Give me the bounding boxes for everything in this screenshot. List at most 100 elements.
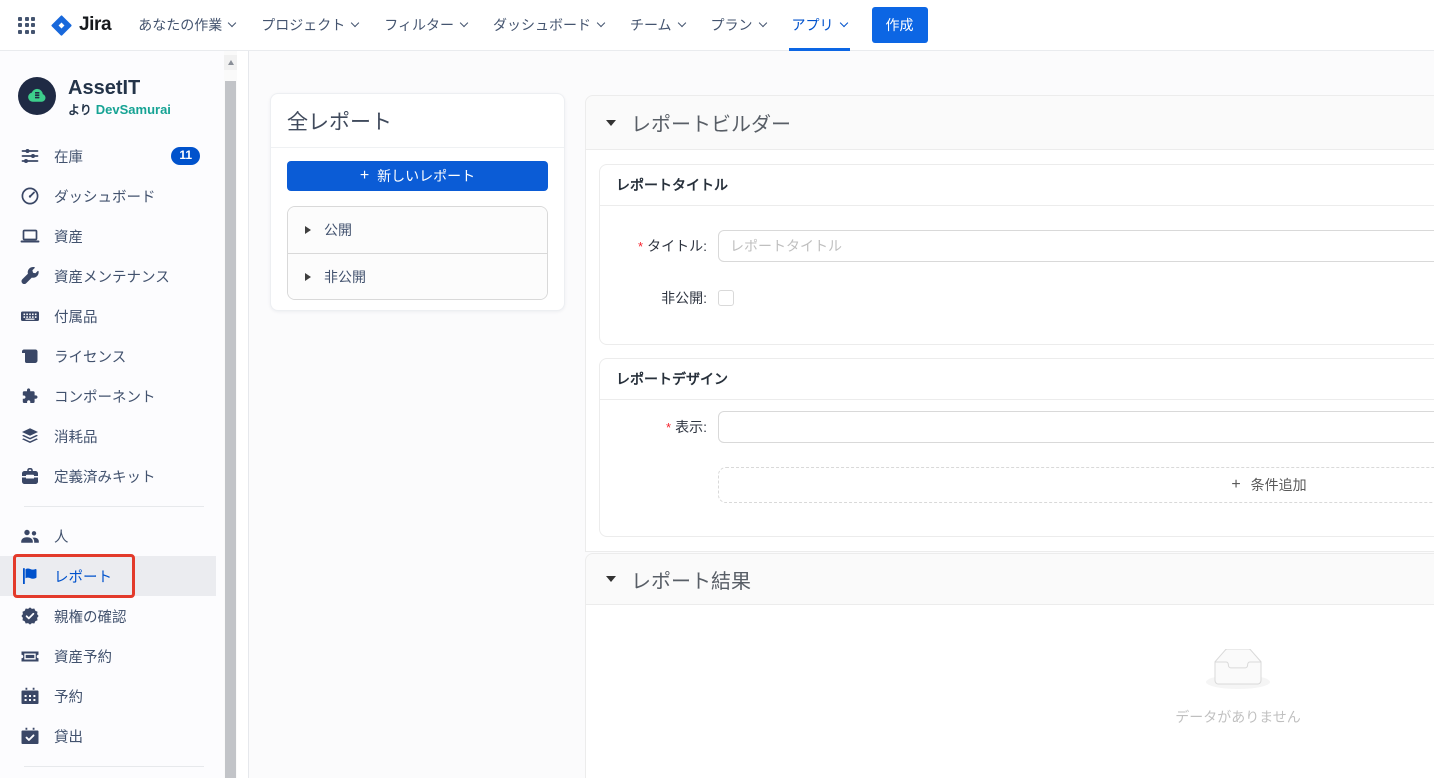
scrollbar-up-arrow-icon[interactable] [224,55,237,70]
assetit-logo-icon [18,77,56,115]
empty-inbox-icon [1206,649,1270,695]
report-title-input[interactable] [718,230,1434,262]
inventory-count-badge: 11 [171,147,200,165]
sidebar: AssetIT より DevSamurai 在庫 11 ダッシュボード 資産 [0,51,224,778]
nav-item-projects[interactable]: プロジェクト [248,0,371,51]
jira-mark-icon [51,15,72,36]
nav-item-label: フィルター [384,15,454,35]
sidebar-item-label: 人 [54,526,69,547]
chevron-down-icon [839,19,847,27]
nav-item-apps[interactable]: アプリ [779,0,860,51]
sidebar-item-components[interactable]: コンポーネント [0,376,216,416]
report-results-header[interactable]: レポート結果 [585,553,1434,605]
report-builder-title: レポートビルダー [631,108,791,137]
nav-item-teams[interactable]: チーム [617,0,698,51]
toolbox-icon [20,466,40,486]
group-label: 非公開 [324,267,366,287]
report-builder-panel: レポートビルダー レポートタイトル *タイトル: 非公開: [585,95,1434,552]
report-title-card: レポートタイトル *タイトル: 非公開: [599,164,1434,345]
group-label: 公開 [324,220,352,240]
app-switcher-button[interactable] [12,11,41,40]
sidebar-menu: 在庫 11 ダッシュボード 資産 資産メンテナンス 付属品 [0,136,224,767]
sidebar-item-label: 資産メンテナンス [54,266,170,287]
laptop-icon [20,226,40,246]
vendor-line: より DevSamurai [68,101,171,118]
nav-item-your-work[interactable]: あなたの作業 [125,0,248,51]
sidebar-item-label: レポート [54,566,112,587]
scrollbar-thumb[interactable] [225,81,236,778]
title-form-row: *タイトル: [600,230,1434,262]
report-title-card-body: *タイトル: 非公開: [600,206,1434,344]
create-button[interactable]: 作成 [872,7,928,43]
sidebar-item-label: 付属品 [54,306,98,327]
report-design-card-heading: レポートデザイン [600,359,1434,400]
main-menu: あなたの作業 プロジェクト フィルター ダッシュボード チーム プラン アプリ [125,0,859,51]
private-form-row: 非公開: [600,288,1434,308]
report-builder-header[interactable]: レポートビルダー [585,95,1434,150]
title-label: *タイトル: [600,236,707,256]
sidebar-item-label: 消耗品 [54,426,98,447]
private-label: 非公開: [600,288,707,308]
display-select-input[interactable] [718,411,1434,443]
sidebar-item-label: 資産 [54,226,83,247]
display-label: *表示: [600,417,707,437]
empty-state: データがありません [1175,649,1301,727]
sidebar-item-reports[interactable]: レポート [0,556,216,596]
nav-item-label: あなたの作業 [138,15,222,35]
caret-down-icon [606,120,616,126]
nav-item-label: チーム [630,15,672,35]
public-group-header[interactable]: 公開 [288,207,547,253]
sidebar-scrollbar[interactable] [224,51,237,778]
all-reports-body: + 新しいレポート 公開 非公開 [271,148,564,310]
nav-item-filters[interactable]: フィルター [371,0,480,51]
chevron-down-icon [758,19,766,27]
chevron-down-icon [228,19,236,27]
nav-item-plans[interactable]: プラン [698,0,779,51]
sidebar-item-licenses[interactable]: ライセンス [0,336,216,376]
sidebar-item-label: 定義済みキット [54,466,156,487]
sidebar-item-predefined-kits[interactable]: 定義済みキット [0,456,216,496]
sliders-icon [20,146,40,166]
private-group-header[interactable]: 非公開 [288,253,547,299]
private-checkbox[interactable] [718,290,734,306]
caret-down-icon [606,576,616,582]
report-design-card-body: *表示: + 条件追加 [600,400,1434,536]
sidebar-item-dashboard[interactable]: ダッシュボード [0,176,216,216]
report-design-card: レポートデザイン *表示: + 条件追加 [599,358,1434,537]
sidebar-item-inventory[interactable]: 在庫 11 [0,136,216,176]
sidebar-item-label: 在庫 [54,146,83,167]
sidebar-item-people[interactable]: 人 [0,516,216,556]
jira-logo[interactable]: Jira [51,14,111,36]
app-name: AssetIT [68,77,171,100]
sidebar-item-consumables[interactable]: 消耗品 [0,416,216,456]
chevron-down-icon [351,19,359,27]
sidebar-divider [24,506,204,507]
wrench-icon [20,266,40,286]
sidebar-item-custody-confirmation[interactable]: 親権の確認 [0,596,216,636]
sidebar-item-checkout[interactable]: 貸出 [0,716,216,756]
sidebar-item-accessories[interactable]: 付属品 [0,296,216,336]
add-condition-label: 条件追加 [1251,475,1307,495]
gauge-icon [20,186,40,206]
app-grid-icon [18,17,35,34]
report-builder-body: レポートタイトル *タイトル: 非公開: レポートデザイン [585,150,1434,552]
sidebar-item-asset-reservation[interactable]: 資産予約 [0,636,216,676]
report-results-title: レポート結果 [631,565,751,594]
empty-state-message: データがありません [1175,707,1301,727]
report-results-panel: レポート結果 データがありません [585,553,1434,778]
add-condition-button[interactable]: + 条件追加 [718,467,1434,503]
nav-item-label: プラン [711,15,753,35]
sidebar-item-label: ダッシュボード [54,186,156,207]
required-asterisk: * [638,239,643,254]
new-report-button[interactable]: + 新しいレポート [287,161,548,191]
nav-item-dashboards[interactable]: ダッシュボード [480,0,617,51]
nav-item-label: ダッシュボード [493,15,591,35]
keyboard-icon [20,306,40,326]
license-icon [20,346,40,366]
plus-icon: + [1231,477,1240,493]
sidebar-item-assets[interactable]: 資産 [0,216,216,256]
sidebar-item-asset-maintenance[interactable]: 資産メンテナンス [0,256,216,296]
by-label: より [68,103,92,117]
vendor-name: DevSamurai [96,102,171,117]
sidebar-item-reservations[interactable]: 予約 [0,676,216,716]
